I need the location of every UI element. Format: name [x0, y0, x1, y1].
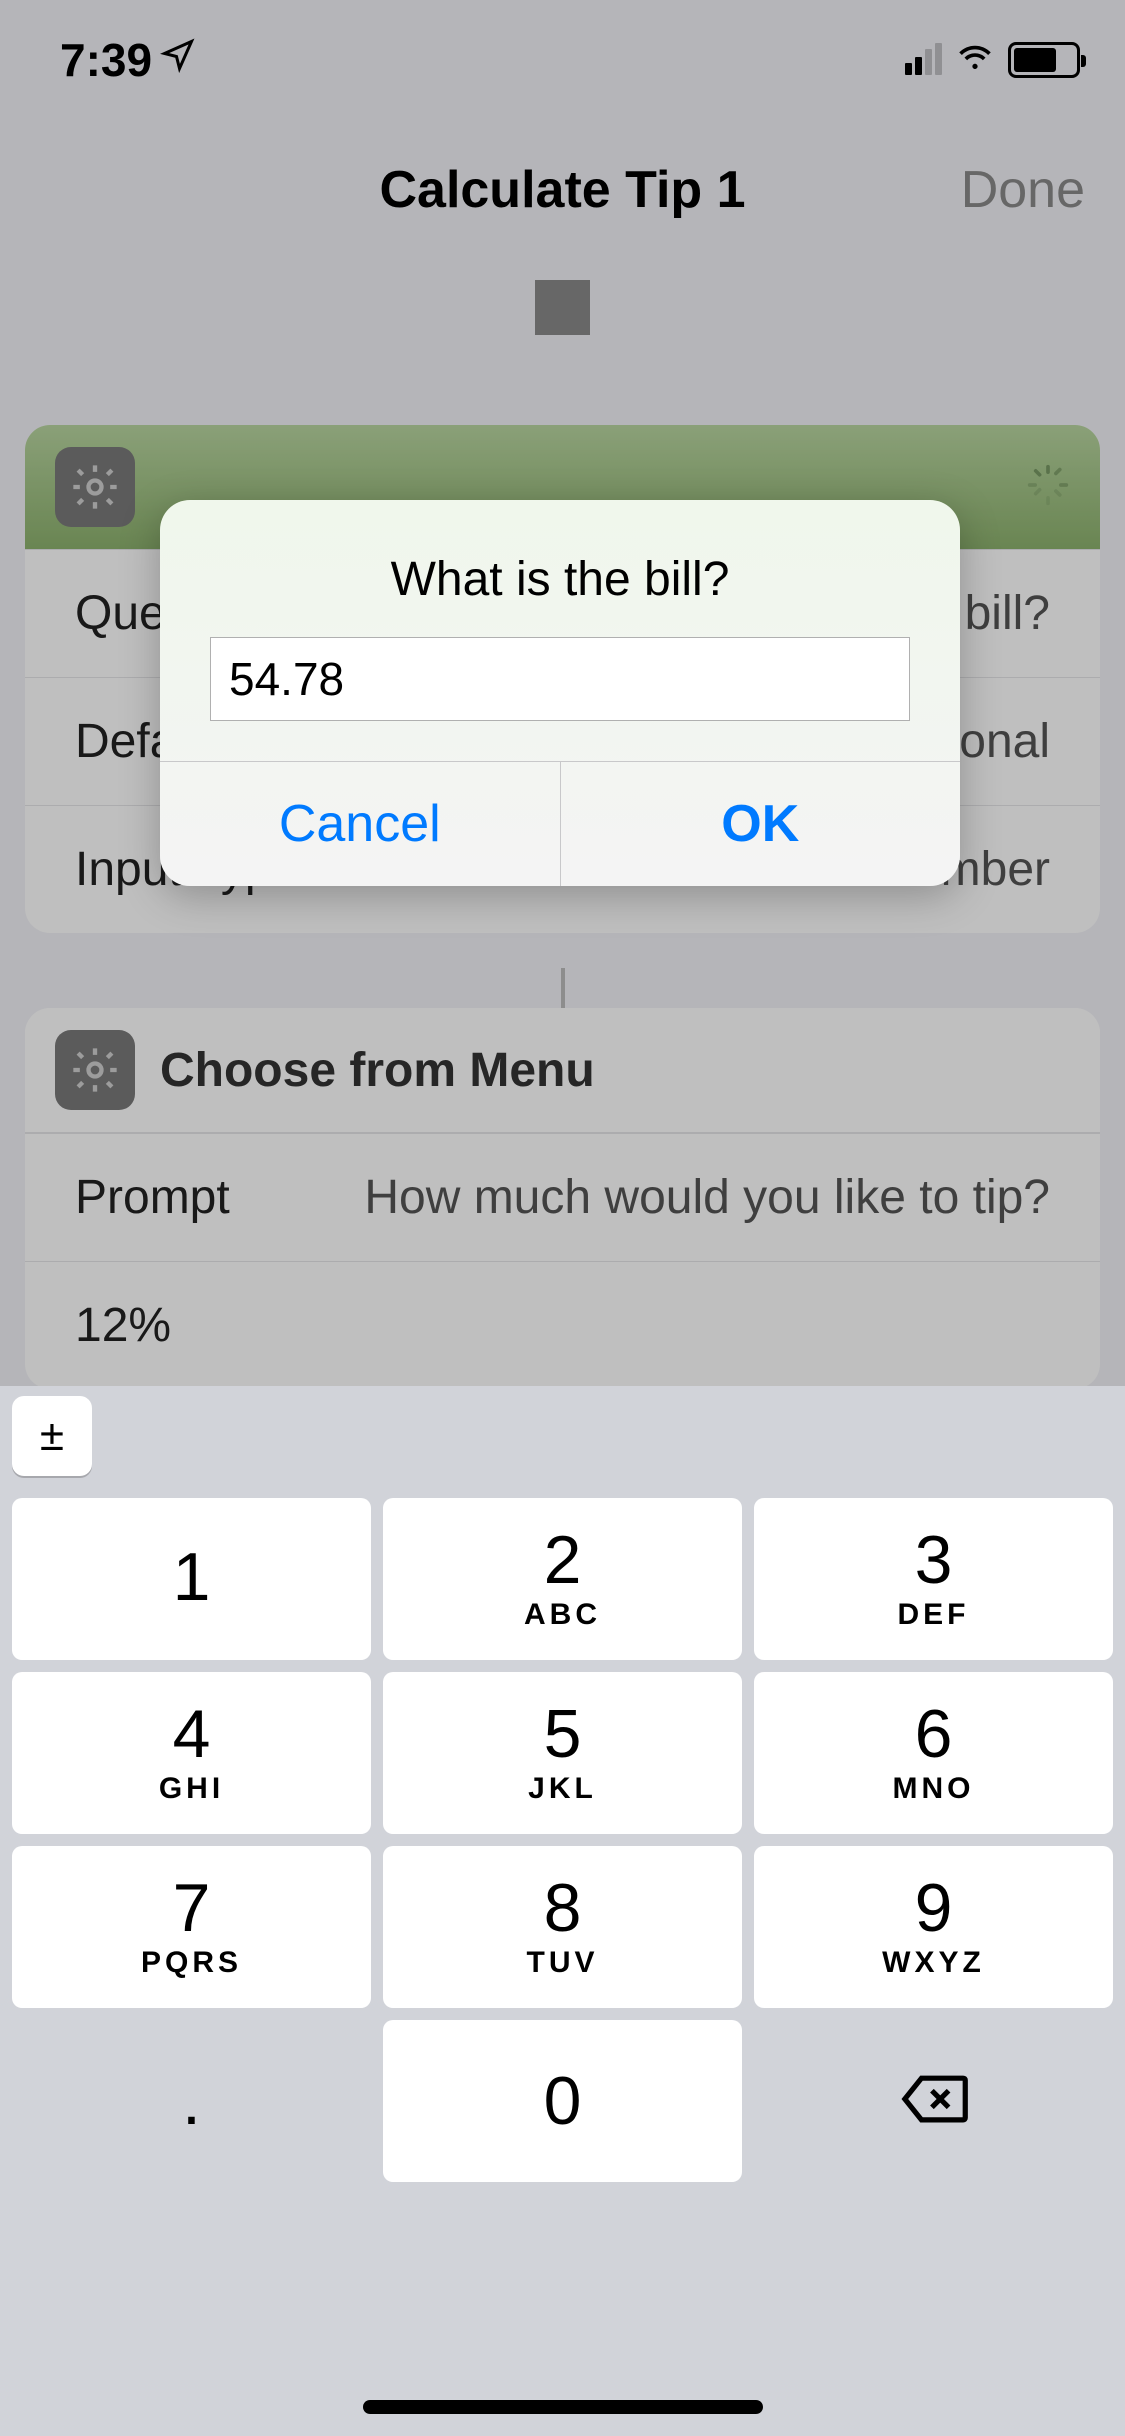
backspace-icon: [900, 2074, 968, 2129]
gear-icon: [55, 1030, 135, 1110]
key-8[interactable]: 8TUV: [383, 1846, 742, 2008]
row-value: bill?: [965, 586, 1050, 641]
key-6[interactable]: 6MNO: [754, 1672, 1113, 1834]
dialog-input[interactable]: [210, 637, 910, 721]
action-card-choose-menu[interactable]: Choose from Menu Prompt How much would y…: [25, 1008, 1100, 1389]
connector: [25, 968, 1100, 1008]
row-value: How much would you like to tip?: [364, 1170, 1050, 1225]
prompt-dialog: What is the bill? Cancel OK: [160, 500, 960, 886]
nav-header: Calculate Tip 1 Done: [0, 120, 1125, 260]
spinner-icon: [1026, 463, 1070, 512]
done-button[interactable]: Done: [961, 160, 1085, 220]
status-bar: 7:39: [0, 0, 1125, 120]
plus-minus-key[interactable]: ±: [12, 1396, 92, 1476]
gear-icon: [55, 447, 135, 527]
location-icon: [160, 37, 196, 83]
key-dot[interactable]: .: [12, 2020, 371, 2182]
key-3[interactable]: 3DEF: [754, 1498, 1113, 1660]
key-4[interactable]: 4GHI: [12, 1672, 371, 1834]
home-indicator[interactable]: [363, 2400, 763, 2414]
wifi-icon: [954, 33, 996, 87]
key-1[interactable]: 1: [12, 1498, 371, 1660]
stop-icon: [535, 280, 590, 335]
key-2[interactable]: 2ABC: [383, 1498, 742, 1660]
card-title: Choose from Menu: [160, 1043, 595, 1098]
cellular-icon: [905, 45, 942, 75]
ok-button[interactable]: OK: [560, 762, 961, 886]
row-label: Que: [75, 586, 166, 641]
cancel-button[interactable]: Cancel: [160, 762, 560, 886]
battery-icon: [1008, 42, 1080, 78]
card-header: Choose from Menu: [25, 1008, 1100, 1133]
number-keyboard: ± 1 2ABC 3DEF 4GHI 5JKL 6MNO 7PQRS 8TUV …: [0, 1386, 1125, 2436]
dialog-title: What is the bill?: [160, 500, 960, 637]
status-time: 7:39: [60, 33, 152, 87]
row-label: Prompt: [75, 1170, 230, 1225]
stop-control[interactable]: [0, 260, 1125, 395]
field-row[interactable]: 12%: [25, 1261, 1100, 1389]
row-label: 12%: [75, 1298, 171, 1353]
key-0[interactable]: 0: [383, 2020, 742, 2182]
field-row[interactable]: Prompt How much would you like to tip?: [25, 1133, 1100, 1261]
key-5[interactable]: 5JKL: [383, 1672, 742, 1834]
key-7[interactable]: 7PQRS: [12, 1846, 371, 2008]
key-9[interactable]: 9WXYZ: [754, 1846, 1113, 2008]
key-delete[interactable]: [754, 2020, 1113, 2182]
row-value: onal: [959, 714, 1050, 769]
page-title: Calculate Tip 1: [379, 160, 745, 220]
